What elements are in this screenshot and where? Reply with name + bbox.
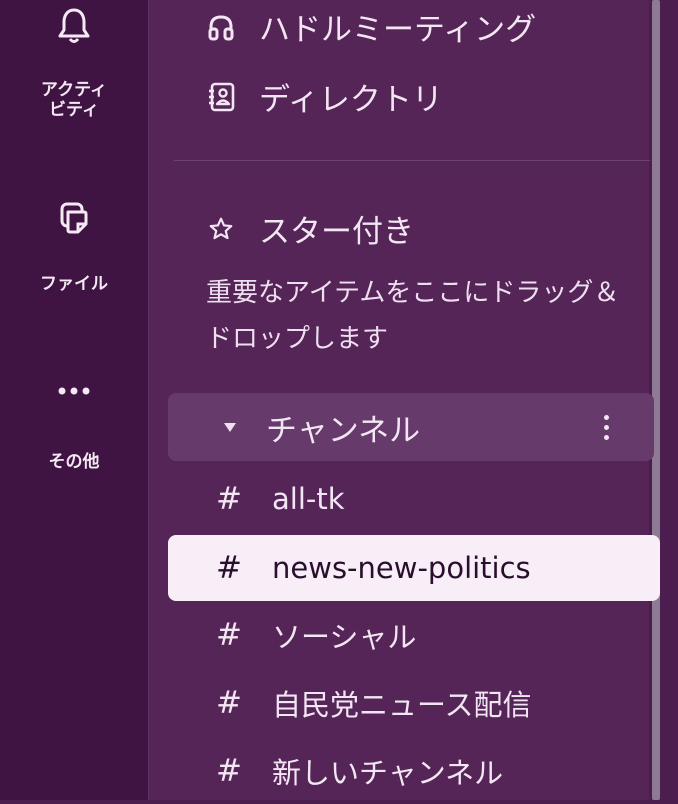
nav-directory[interactable]: ディレクトリ	[205, 74, 443, 119]
rail-more[interactable]: その他	[0, 376, 148, 472]
rail-activity[interactable]: アクティ ビティ	[0, 0, 148, 120]
channel-name: news-new-politics	[272, 551, 531, 585]
bell-icon	[57, 0, 91, 52]
rail-files[interactable]: ファイル	[0, 198, 148, 294]
channel-name: 自民党ニュース配信	[272, 688, 532, 722]
channel-item[interactable]: # 新しいチャンネル	[168, 738, 660, 804]
hash-icon: #	[216, 685, 242, 721]
channel-item[interactable]: # 自民党ニュース配信	[168, 670, 660, 736]
starred-empty-hint: 重要なアイテムをここにドラッグ＆ドロップします	[206, 278, 620, 354]
hash-icon: #	[216, 550, 242, 586]
channel-item[interactable]: # all-tk	[168, 466, 660, 532]
nav-directory-label: ディレクトリ	[259, 82, 443, 118]
files-icon	[59, 198, 89, 238]
section-options-icon[interactable]	[586, 407, 626, 447]
rail-files-label: ファイル	[40, 274, 108, 294]
more-icon	[54, 376, 94, 406]
starred-label: スター付き	[259, 214, 414, 250]
channel-name: all-tk	[272, 482, 345, 516]
channel-item-active[interactable]: # news-new-politics	[168, 535, 660, 601]
sidebar-divider	[174, 160, 650, 161]
rail-activity-label: アクティ ビティ	[40, 80, 108, 120]
hash-icon: #	[216, 481, 242, 517]
channel-name: ソーシャル	[272, 620, 417, 654]
channels-section-header[interactable]: チャンネル	[168, 393, 654, 461]
channel-item[interactable]: # ソーシャル	[168, 602, 660, 668]
nav-huddle[interactable]: ハドルミーティング	[205, 4, 536, 49]
channels-section-title: チャンネル	[266, 412, 421, 449]
contact-book-icon	[205, 81, 237, 113]
channel-name: 新しいチャンネル	[272, 756, 504, 790]
hash-icon: #	[216, 753, 242, 789]
rail-more-label: その他	[48, 452, 100, 472]
headphones-icon	[205, 11, 237, 43]
nav-huddle-label: ハドルミーティング	[259, 12, 537, 48]
caret-down-icon[interactable]	[224, 422, 236, 432]
starred-section-header[interactable]: スター付き	[205, 206, 414, 251]
hash-icon: #	[216, 617, 242, 653]
star-icon	[205, 213, 237, 245]
